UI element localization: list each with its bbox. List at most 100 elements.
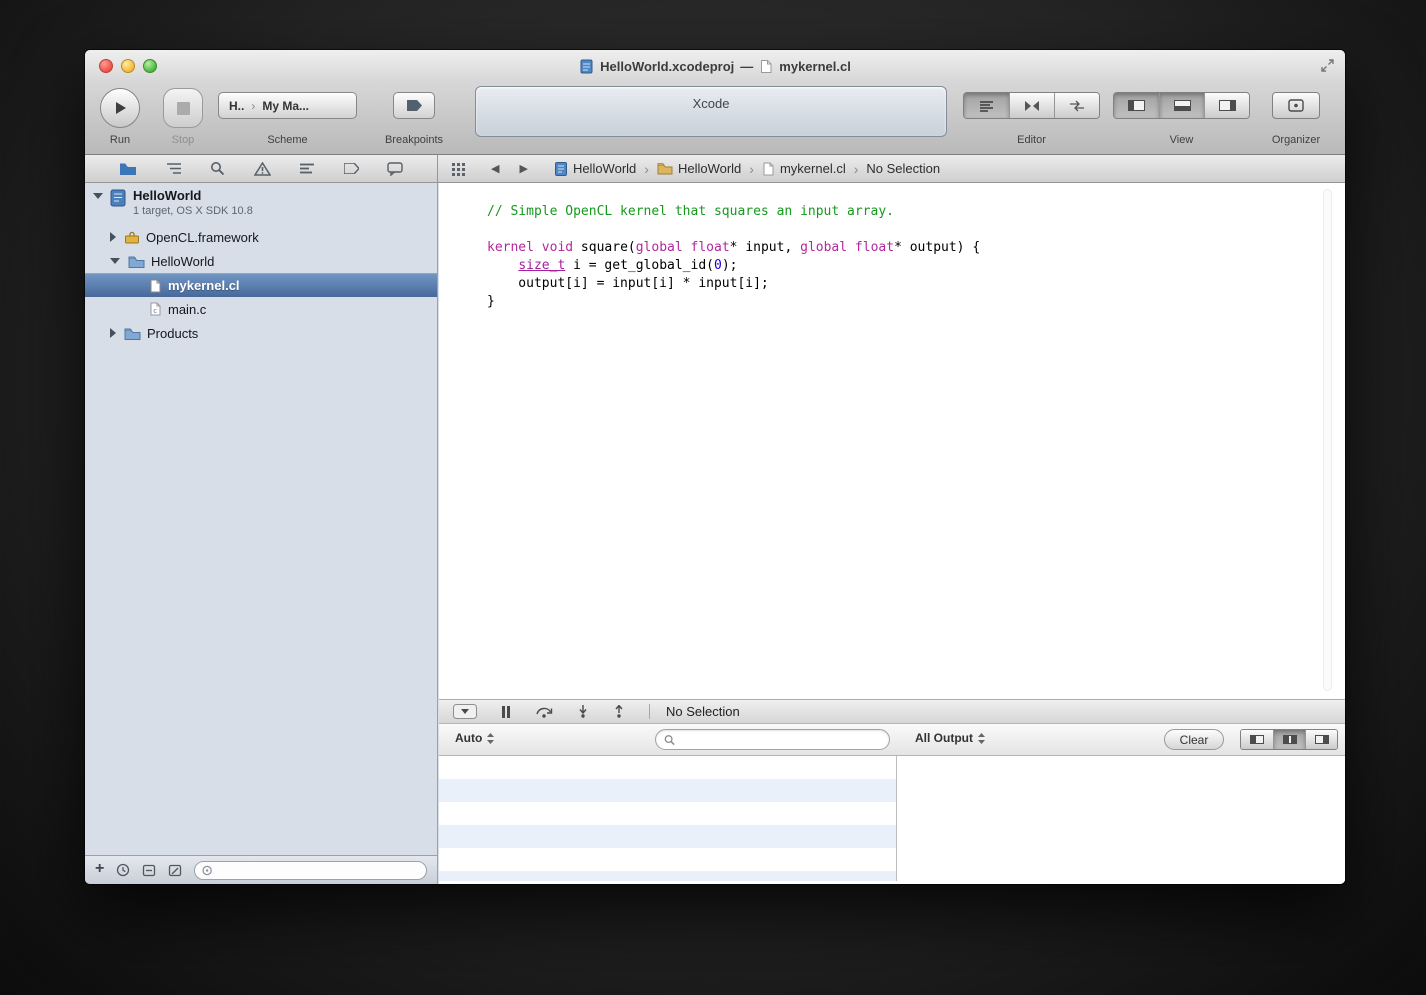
scheme-destination[interactable]: My Ma... <box>262 99 309 113</box>
recent-files-icon[interactable] <box>116 863 130 877</box>
step-over-icon[interactable] <box>535 705 553 718</box>
disclosure-closed-icon[interactable] <box>110 232 116 242</box>
navigator-filter-field[interactable] <box>194 861 427 880</box>
variables-scope-label: Auto <box>455 731 482 745</box>
run-icon <box>112 100 128 116</box>
variables-only-icon <box>1250 735 1264 744</box>
code-line[interactable]: } <box>487 293 980 311</box>
forward-button[interactable]: ▶ <box>519 162 527 175</box>
variables-view[interactable] <box>439 756 897 881</box>
version-editor-button[interactable] <box>1054 93 1099 118</box>
add-item-icon[interactable]: + <box>95 861 104 877</box>
standard-editor-icon <box>979 100 994 112</box>
breakpoint-navigator-icon[interactable] <box>344 163 359 174</box>
related-items-icon[interactable] <box>451 162 467 176</box>
breadcrumb-separator-icon: › <box>644 161 649 177</box>
disclosure-open-icon[interactable] <box>93 193 103 199</box>
editor-mode-segmented-control <box>963 92 1100 119</box>
project-name: HelloWorld <box>133 188 201 203</box>
navigator-sidebar: HelloWorld 1 target, OS X SDK 10.8 OpenC… <box>85 183 438 884</box>
code-line[interactable]: // Simple OpenCL kernel that squares an … <box>487 203 980 221</box>
tree-item-label: mykernel.cl <box>168 278 240 293</box>
scm-status-icon[interactable] <box>142 864 156 877</box>
assistant-editor-button[interactable] <box>1009 93 1054 118</box>
breadcrumb-separator-icon: › <box>749 161 754 177</box>
stop-button[interactable] <box>163 88 203 128</box>
breadcrumb-project-label: HelloWorld <box>573 161 636 176</box>
activity-text: Xcode <box>693 96 730 111</box>
project-icon <box>109 189 127 207</box>
variables-search-input[interactable] <box>680 733 881 747</box>
code-line[interactable]: output[i] = input[i] * input[i]; <box>487 275 980 293</box>
toggle-debug-area-button[interactable] <box>1159 93 1204 118</box>
back-button[interactable]: ◀ <box>491 162 499 175</box>
tree-row-framework[interactable]: OpenCL.framework <box>85 225 437 249</box>
toggle-utilities-button[interactable] <box>1204 93 1249 118</box>
breakpoints-label: Breakpoints <box>368 134 460 146</box>
tree-row-file[interactable]: c main.c <box>85 297 437 321</box>
disclosure-closed-icon[interactable] <box>110 328 116 338</box>
code-line[interactable]: kernel void square(global float* input, … <box>487 239 980 257</box>
breadcrumb-group[interactable]: HelloWorld <box>657 161 741 176</box>
breakpoints-button[interactable] <box>393 92 435 119</box>
pause-icon[interactable] <box>501 706 511 718</box>
variables-search-field[interactable] <box>655 729 890 750</box>
breadcrumb-file[interactable]: mykernel.cl <box>762 161 846 176</box>
view-label: View <box>1113 134 1250 146</box>
editor-scrollbar[interactable] <box>1323 189 1332 691</box>
hide-debug-area-button[interactable] <box>453 704 477 719</box>
clear-console-button[interactable]: Clear <box>1164 729 1224 750</box>
debug-bar-divider <box>649 704 650 719</box>
project-row[interactable]: HelloWorld 1 target, OS X SDK 10.8 <box>85 185 437 225</box>
title-separator: — <box>740 59 753 74</box>
scheme-selector[interactable]: H.. › My Ma... <box>218 92 357 119</box>
fullscreen-icon[interactable] <box>1320 58 1335 73</box>
project-navigator-icon[interactable] <box>119 162 137 176</box>
tree-row-group[interactable]: HelloWorld <box>85 249 437 273</box>
console-only-button[interactable] <box>1305 730 1337 749</box>
navigator-filter-input[interactable] <box>218 864 419 876</box>
version-editor-icon <box>1069 100 1085 112</box>
navigator-filter-bar: + <box>85 855 437 884</box>
variables-and-console-button[interactable] <box>1273 730 1305 749</box>
disclosure-open-icon[interactable] <box>110 258 120 264</box>
code-lines[interactable]: // Simple OpenCL kernel that squares an … <box>487 203 980 311</box>
code-line[interactable] <box>487 221 980 239</box>
search-navigator-icon[interactable] <box>210 161 225 176</box>
standard-editor-button[interactable] <box>964 93 1009 118</box>
search-icon <box>664 734 675 746</box>
stop-label: Stop <box>163 134 203 146</box>
variables-scope-popup[interactable]: Auto <box>455 731 494 745</box>
window-titlebar[interactable]: HelloWorld.xcodeproj — mykernel.cl <box>85 50 1345 82</box>
debug-layout-segmented-control <box>1240 729 1338 750</box>
tree-row-file-selected[interactable]: mykernel.cl <box>85 273 437 297</box>
unsaved-files-icon[interactable] <box>168 864 182 877</box>
title-file-name: mykernel.cl <box>779 59 851 74</box>
organizer-button[interactable] <box>1272 92 1320 119</box>
popup-arrows-icon <box>487 733 494 744</box>
debug-navigator-icon[interactable] <box>299 162 315 175</box>
run-button[interactable] <box>100 88 140 128</box>
log-navigator-icon[interactable] <box>387 162 403 176</box>
variables-only-button[interactable] <box>1241 730 1273 749</box>
breadcrumb-project[interactable]: HelloWorld <box>554 161 636 176</box>
debug-filter-bar: Auto All Output Clear <box>439 724 1345 756</box>
jump-bar: ◀ ▶ HelloWorld › HelloWorld › mykernel.c… <box>439 155 1345 182</box>
step-into-icon[interactable] <box>577 705 589 718</box>
debug-selection-label: No Selection <box>666 704 740 719</box>
tree-item-label: main.c <box>168 302 206 317</box>
symbol-navigator-icon[interactable] <box>166 162 182 175</box>
source-editor[interactable]: // Simple OpenCL kernel that squares an … <box>439 183 1345 699</box>
step-out-icon[interactable] <box>613 705 625 718</box>
breadcrumb-selection[interactable]: No Selection <box>866 161 940 176</box>
issue-navigator-icon[interactable] <box>254 162 271 176</box>
filter-icon <box>202 865 212 876</box>
tree-row-products[interactable]: Products <box>85 321 437 345</box>
tree-item-label: HelloWorld <box>151 254 214 269</box>
scheme-target[interactable]: H.. <box>229 99 244 113</box>
breadcrumb-group-label: HelloWorld <box>678 161 741 176</box>
console-view[interactable] <box>898 756 1345 881</box>
console-output-popup[interactable]: All Output <box>915 731 985 745</box>
toggle-navigator-button[interactable] <box>1114 93 1159 118</box>
code-line[interactable]: size_t i = get_global_id(0); <box>487 257 980 275</box>
